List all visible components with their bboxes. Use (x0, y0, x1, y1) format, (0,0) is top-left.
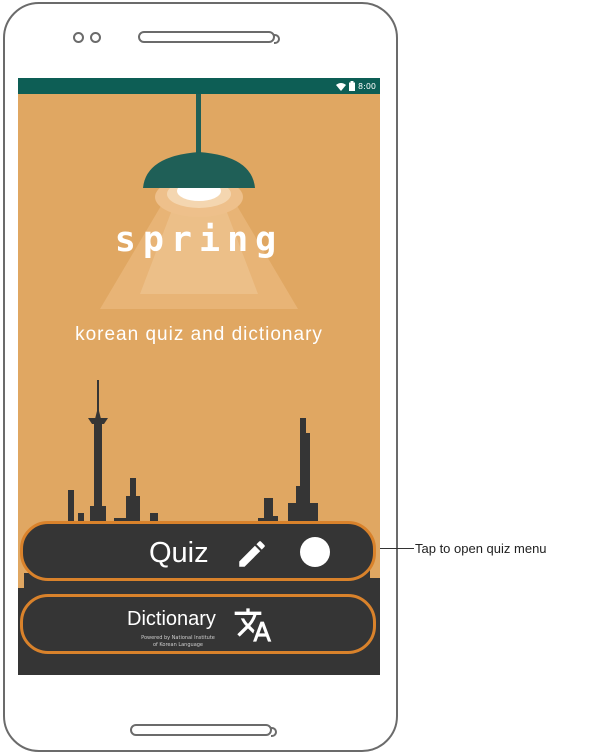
pencil-icon (239, 541, 265, 567)
battery-icon (349, 81, 356, 91)
app-title: spring (114, 220, 284, 260)
dictionary-credit-line2: of Korean Language (152, 642, 204, 648)
translate-icon (234, 608, 272, 642)
camera-dot-left (73, 32, 84, 43)
app-screen: 8:00 spring korean quiz and dictionary Q… (18, 78, 380, 675)
camera-dot-right (90, 32, 101, 43)
dictionary-button-label: Dictionary (127, 608, 216, 630)
earpiece-speaker (138, 31, 280, 44)
dictionary-credit: Powered by National Institute of Korean … (123, 635, 233, 649)
dictionary-button[interactable]: Dictionary Powered by National Institute… (20, 594, 376, 654)
status-time: 8:00 (358, 81, 376, 91)
annotation-text: Tap to open quiz menu (415, 541, 547, 556)
wifi-icon (336, 82, 347, 91)
app-subtitle: korean quiz and dictionary (75, 324, 323, 345)
quiz-button-label: Quiz (149, 537, 209, 569)
dictionary-credit-line1: Powered by National Institute (141, 635, 215, 641)
annotation-line (380, 548, 414, 549)
status-bar: 8:00 (18, 78, 380, 94)
home-bar[interactable] (130, 724, 277, 737)
quiz-menu-dot[interactable] (300, 537, 330, 567)
quiz-button[interactable]: Quiz (20, 521, 376, 581)
